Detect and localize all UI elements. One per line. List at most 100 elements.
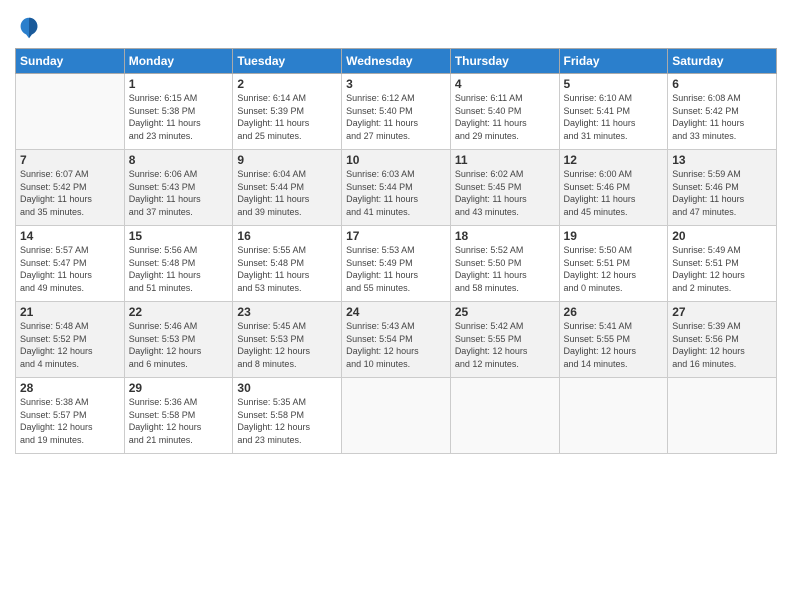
day-number: 18 — [455, 229, 555, 243]
day-info: Sunrise: 6:06 AM Sunset: 5:43 PM Dayligh… — [129, 168, 229, 218]
day-info: Sunrise: 5:39 AM Sunset: 5:56 PM Dayligh… — [672, 320, 772, 370]
calendar-cell: 17Sunrise: 5:53 AM Sunset: 5:49 PM Dayli… — [342, 226, 451, 302]
day-number: 13 — [672, 153, 772, 167]
day-info: Sunrise: 5:43 AM Sunset: 5:54 PM Dayligh… — [346, 320, 446, 370]
calendar-cell: 16Sunrise: 5:55 AM Sunset: 5:48 PM Dayli… — [233, 226, 342, 302]
calendar-week-row: 21Sunrise: 5:48 AM Sunset: 5:52 PM Dayli… — [16, 302, 777, 378]
calendar-cell: 5Sunrise: 6:10 AM Sunset: 5:41 PM Daylig… — [559, 74, 668, 150]
day-number: 22 — [129, 305, 229, 319]
calendar-cell: 11Sunrise: 6:02 AM Sunset: 5:45 PM Dayli… — [450, 150, 559, 226]
day-number: 14 — [20, 229, 120, 243]
calendar-cell: 13Sunrise: 5:59 AM Sunset: 5:46 PM Dayli… — [668, 150, 777, 226]
day-number: 17 — [346, 229, 446, 243]
col-tuesday: Tuesday — [233, 49, 342, 74]
day-info: Sunrise: 5:35 AM Sunset: 5:58 PM Dayligh… — [237, 396, 337, 446]
col-monday: Monday — [124, 49, 233, 74]
day-info: Sunrise: 6:10 AM Sunset: 5:41 PM Dayligh… — [564, 92, 664, 142]
day-info: Sunrise: 6:15 AM Sunset: 5:38 PM Dayligh… — [129, 92, 229, 142]
day-info: Sunrise: 6:08 AM Sunset: 5:42 PM Dayligh… — [672, 92, 772, 142]
header — [15, 10, 777, 42]
calendar-cell — [342, 378, 451, 454]
calendar-cell: 12Sunrise: 6:00 AM Sunset: 5:46 PM Dayli… — [559, 150, 668, 226]
calendar-cell: 8Sunrise: 6:06 AM Sunset: 5:43 PM Daylig… — [124, 150, 233, 226]
day-info: Sunrise: 5:59 AM Sunset: 5:46 PM Dayligh… — [672, 168, 772, 218]
day-number: 10 — [346, 153, 446, 167]
col-wednesday: Wednesday — [342, 49, 451, 74]
calendar-cell: 15Sunrise: 5:56 AM Sunset: 5:48 PM Dayli… — [124, 226, 233, 302]
day-number: 2 — [237, 77, 337, 91]
calendar-cell: 30Sunrise: 5:35 AM Sunset: 5:58 PM Dayli… — [233, 378, 342, 454]
col-friday: Friday — [559, 49, 668, 74]
day-info: Sunrise: 5:56 AM Sunset: 5:48 PM Dayligh… — [129, 244, 229, 294]
calendar-cell: 27Sunrise: 5:39 AM Sunset: 5:56 PM Dayli… — [668, 302, 777, 378]
day-info: Sunrise: 5:41 AM Sunset: 5:55 PM Dayligh… — [564, 320, 664, 370]
calendar-cell: 23Sunrise: 5:45 AM Sunset: 5:53 PM Dayli… — [233, 302, 342, 378]
day-info: Sunrise: 6:12 AM Sunset: 5:40 PM Dayligh… — [346, 92, 446, 142]
day-number: 21 — [20, 305, 120, 319]
day-info: Sunrise: 5:49 AM Sunset: 5:51 PM Dayligh… — [672, 244, 772, 294]
day-info: Sunrise: 6:14 AM Sunset: 5:39 PM Dayligh… — [237, 92, 337, 142]
calendar-cell: 19Sunrise: 5:50 AM Sunset: 5:51 PM Dayli… — [559, 226, 668, 302]
day-number: 30 — [237, 381, 337, 395]
day-number: 3 — [346, 77, 446, 91]
calendar-body: 1Sunrise: 6:15 AM Sunset: 5:38 PM Daylig… — [16, 74, 777, 454]
calendar-cell — [668, 378, 777, 454]
day-info: Sunrise: 6:07 AM Sunset: 5:42 PM Dayligh… — [20, 168, 120, 218]
day-number: 1 — [129, 77, 229, 91]
day-info: Sunrise: 6:04 AM Sunset: 5:44 PM Dayligh… — [237, 168, 337, 218]
calendar-cell — [16, 74, 125, 150]
calendar-cell: 14Sunrise: 5:57 AM Sunset: 5:47 PM Dayli… — [16, 226, 125, 302]
calendar-cell: 20Sunrise: 5:49 AM Sunset: 5:51 PM Dayli… — [668, 226, 777, 302]
day-number: 6 — [672, 77, 772, 91]
calendar-table: Sunday Monday Tuesday Wednesday Thursday… — [15, 48, 777, 454]
day-number: 8 — [129, 153, 229, 167]
calendar-cell: 3Sunrise: 6:12 AM Sunset: 5:40 PM Daylig… — [342, 74, 451, 150]
col-sunday: Sunday — [16, 49, 125, 74]
calendar-cell — [559, 378, 668, 454]
calendar-cell: 1Sunrise: 6:15 AM Sunset: 5:38 PM Daylig… — [124, 74, 233, 150]
calendar-header-row: Sunday Monday Tuesday Wednesday Thursday… — [16, 49, 777, 74]
day-info: Sunrise: 5:46 AM Sunset: 5:53 PM Dayligh… — [129, 320, 229, 370]
day-number: 25 — [455, 305, 555, 319]
day-info: Sunrise: 5:55 AM Sunset: 5:48 PM Dayligh… — [237, 244, 337, 294]
col-saturday: Saturday — [668, 49, 777, 74]
calendar-week-row: 7Sunrise: 6:07 AM Sunset: 5:42 PM Daylig… — [16, 150, 777, 226]
calendar-cell: 2Sunrise: 6:14 AM Sunset: 5:39 PM Daylig… — [233, 74, 342, 150]
day-number: 9 — [237, 153, 337, 167]
calendar-cell: 21Sunrise: 5:48 AM Sunset: 5:52 PM Dayli… — [16, 302, 125, 378]
day-number: 7 — [20, 153, 120, 167]
day-number: 27 — [672, 305, 772, 319]
calendar-cell: 26Sunrise: 5:41 AM Sunset: 5:55 PM Dayli… — [559, 302, 668, 378]
day-number: 19 — [564, 229, 664, 243]
calendar-cell: 6Sunrise: 6:08 AM Sunset: 5:42 PM Daylig… — [668, 74, 777, 150]
calendar-cell: 25Sunrise: 5:42 AM Sunset: 5:55 PM Dayli… — [450, 302, 559, 378]
day-info: Sunrise: 6:00 AM Sunset: 5:46 PM Dayligh… — [564, 168, 664, 218]
day-info: Sunrise: 5:52 AM Sunset: 5:50 PM Dayligh… — [455, 244, 555, 294]
calendar-cell: 10Sunrise: 6:03 AM Sunset: 5:44 PM Dayli… — [342, 150, 451, 226]
day-info: Sunrise: 6:03 AM Sunset: 5:44 PM Dayligh… — [346, 168, 446, 218]
day-number: 5 — [564, 77, 664, 91]
calendar-cell: 18Sunrise: 5:52 AM Sunset: 5:50 PM Dayli… — [450, 226, 559, 302]
day-info: Sunrise: 6:02 AM Sunset: 5:45 PM Dayligh… — [455, 168, 555, 218]
day-info: Sunrise: 6:11 AM Sunset: 5:40 PM Dayligh… — [455, 92, 555, 142]
col-thursday: Thursday — [450, 49, 559, 74]
calendar-week-row: 28Sunrise: 5:38 AM Sunset: 5:57 PM Dayli… — [16, 378, 777, 454]
calendar-cell: 4Sunrise: 6:11 AM Sunset: 5:40 PM Daylig… — [450, 74, 559, 150]
day-number: 11 — [455, 153, 555, 167]
day-number: 23 — [237, 305, 337, 319]
day-info: Sunrise: 5:50 AM Sunset: 5:51 PM Dayligh… — [564, 244, 664, 294]
day-number: 12 — [564, 153, 664, 167]
day-info: Sunrise: 5:42 AM Sunset: 5:55 PM Dayligh… — [455, 320, 555, 370]
calendar-cell: 24Sunrise: 5:43 AM Sunset: 5:54 PM Dayli… — [342, 302, 451, 378]
calendar-cell: 22Sunrise: 5:46 AM Sunset: 5:53 PM Dayli… — [124, 302, 233, 378]
day-number: 16 — [237, 229, 337, 243]
day-number: 24 — [346, 305, 446, 319]
page-container: Sunday Monday Tuesday Wednesday Thursday… — [0, 0, 792, 462]
calendar-cell — [450, 378, 559, 454]
day-info: Sunrise: 5:57 AM Sunset: 5:47 PM Dayligh… — [20, 244, 120, 294]
day-number: 28 — [20, 381, 120, 395]
calendar-cell: 28Sunrise: 5:38 AM Sunset: 5:57 PM Dayli… — [16, 378, 125, 454]
logo — [15, 14, 45, 42]
day-number: 20 — [672, 229, 772, 243]
day-number: 26 — [564, 305, 664, 319]
